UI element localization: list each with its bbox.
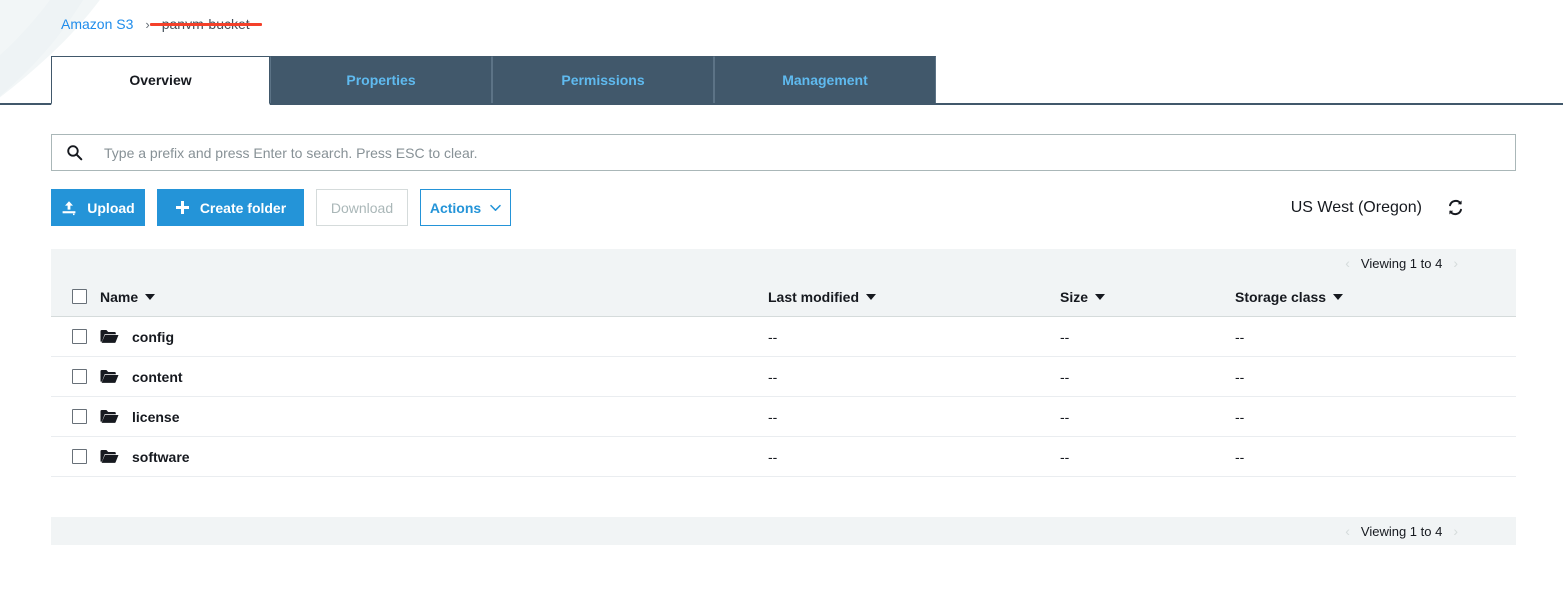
cell-name: software <box>100 449 768 465</box>
select-all-cell <box>51 289 100 304</box>
region-indicator: US West (Oregon) <box>1291 197 1516 219</box>
create-folder-button[interactable]: Create folder <box>157 189 304 226</box>
sort-caret-icon <box>1333 294 1343 300</box>
tab-overview-label: Overview <box>129 72 191 88</box>
pagination-label-top: Viewing 1 to 4 <box>1361 256 1442 271</box>
column-header-size-label: Size <box>1060 289 1088 305</box>
tab-properties-label: Properties <box>346 72 415 88</box>
column-header-storage-class-label: Storage class <box>1235 289 1326 305</box>
table-header-row: Name Last modified Size Storage class <box>51 277 1516 317</box>
cell-last-modified: -- <box>768 449 1060 465</box>
pagination-prev-icon[interactable]: ‹ <box>1345 524 1350 538</box>
cell-last-modified: -- <box>768 369 1060 385</box>
cell-size: -- <box>1060 409 1235 425</box>
tab-permissions[interactable]: Permissions <box>492 56 714 103</box>
cell-storage-class: -- <box>1235 409 1516 425</box>
folder-name-link[interactable]: software <box>132 449 190 465</box>
tab-overview[interactable]: Overview <box>51 56 270 105</box>
folder-icon <box>100 409 119 424</box>
breadcrumb-link-amazon-s3[interactable]: Amazon S3 <box>61 16 133 32</box>
cell-name: license <box>100 409 768 425</box>
row-select-cell <box>51 449 100 464</box>
search-bar[interactable] <box>51 134 1516 171</box>
plus-icon <box>175 200 190 215</box>
refresh-icon <box>1446 198 1465 217</box>
cell-last-modified: -- <box>768 409 1060 425</box>
object-toolbar: Upload Create folder Download Actions US… <box>51 189 1516 226</box>
cell-storage-class: -- <box>1235 369 1516 385</box>
tab-permissions-label: Permissions <box>561 72 644 88</box>
tab-management-label: Management <box>782 72 868 88</box>
pagination-label-bottom: Viewing 1 to 4 <box>1361 524 1442 539</box>
folder-name-link[interactable]: config <box>132 329 174 345</box>
table-row[interactable]: license -- -- -- <box>51 397 1516 437</box>
pagination-prev-icon[interactable]: ‹ <box>1345 256 1350 270</box>
pagination-top: ‹ Viewing 1 to 4 › <box>51 249 1516 277</box>
breadcrumb: Amazon S3 › panvm-bucket <box>0 0 1563 48</box>
row-checkbox[interactable] <box>72 449 87 464</box>
pagination-next-icon[interactable]: › <box>1453 256 1458 270</box>
cell-last-modified: -- <box>768 329 1060 345</box>
download-button-label: Download <box>331 200 393 216</box>
row-select-cell <box>51 409 100 424</box>
table-bottom-spacer <box>51 477 1516 517</box>
tab-properties[interactable]: Properties <box>270 56 492 103</box>
cell-size: -- <box>1060 329 1235 345</box>
region-label: US West (Oregon) <box>1291 199 1422 217</box>
pagination-next-icon[interactable]: › <box>1453 524 1458 538</box>
cell-size: -- <box>1060 449 1235 465</box>
row-select-cell <box>51 329 100 344</box>
row-checkbox[interactable] <box>72 369 87 384</box>
table-row[interactable]: config -- -- -- <box>51 317 1516 357</box>
select-all-checkbox[interactable] <box>72 289 87 304</box>
column-header-name-label: Name <box>100 289 138 305</box>
column-header-name[interactable]: Name <box>100 289 768 305</box>
breadcrumb-current-bucket: panvm-bucket <box>162 16 250 32</box>
objects-table: ‹ Viewing 1 to 4 › Name Last modified <box>51 249 1516 545</box>
folder-icon <box>100 449 119 464</box>
pagination-bottom: ‹ Viewing 1 to 4 › <box>51 517 1516 545</box>
search-input[interactable] <box>102 135 1515 170</box>
bucket-overview-panel: Upload Create folder Download Actions US… <box>0 107 1563 545</box>
actions-button[interactable]: Actions <box>420 189 511 226</box>
column-header-storage-class[interactable]: Storage class <box>1235 289 1516 305</box>
cell-storage-class: -- <box>1235 329 1516 345</box>
table-row[interactable]: content -- -- -- <box>51 357 1516 397</box>
upload-button-label: Upload <box>87 200 134 216</box>
sort-caret-icon <box>1095 294 1105 300</box>
folder-icon <box>100 369 119 384</box>
upload-button[interactable]: Upload <box>51 189 145 226</box>
create-folder-button-label: Create folder <box>200 200 286 216</box>
row-checkbox[interactable] <box>72 329 87 344</box>
download-button: Download <box>316 189 408 226</box>
search-icon <box>66 144 83 161</box>
cell-name: content <box>100 369 768 385</box>
sort-caret-icon <box>866 294 876 300</box>
chevron-down-icon <box>490 204 501 212</box>
folder-name-link[interactable]: content <box>132 369 183 385</box>
tab-bar: Overview Properties Permissions Manageme… <box>0 57 1563 105</box>
upload-icon <box>61 200 77 216</box>
column-header-size[interactable]: Size <box>1060 289 1235 305</box>
actions-button-label: Actions <box>430 200 481 216</box>
column-header-last-modified-label: Last modified <box>768 289 859 305</box>
cell-name: config <box>100 329 768 345</box>
cell-storage-class: -- <box>1235 449 1516 465</box>
tab-management[interactable]: Management <box>714 56 936 103</box>
folder-name-link[interactable]: license <box>132 409 179 425</box>
refresh-button[interactable] <box>1444 197 1466 219</box>
sort-caret-icon <box>145 294 155 300</box>
redaction-strikethrough <box>150 23 262 26</box>
folder-icon <box>100 329 119 344</box>
table-row[interactable]: software -- -- -- <box>51 437 1516 477</box>
row-select-cell <box>51 369 100 384</box>
cell-size: -- <box>1060 369 1235 385</box>
column-header-last-modified[interactable]: Last modified <box>768 289 1060 305</box>
row-checkbox[interactable] <box>72 409 87 424</box>
